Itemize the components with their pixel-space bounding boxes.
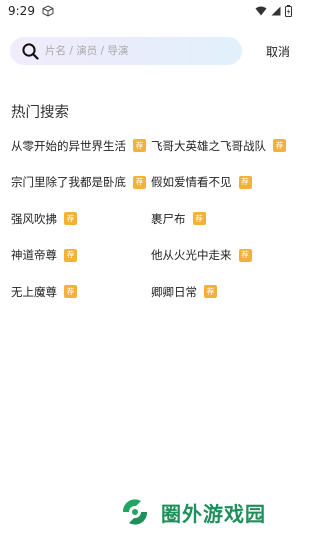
hot-search-title: 热门搜索 [11, 105, 69, 121]
hot-search-item-label: 神道帝尊 [11, 248, 57, 262]
watermark: 圈外游戏园 [115, 492, 295, 532]
recommend-tag: 荐 [133, 139, 146, 152]
hot-search-item-label: 裹尸布 [151, 211, 186, 226]
recommend-tag: 荐 [192, 212, 206, 225]
hot-search-item[interactable]: 强风吹拂 荐 [11, 211, 151, 226]
hot-search-item-label: 他从火光中走来 [151, 248, 232, 262]
recommend-tag: 荐 [133, 175, 146, 189]
hot-search-item[interactable]: 假如爱情看不见 荐 [151, 175, 291, 190]
wifi-icon [255, 6, 267, 16]
hot-search-item-label: 飞哥大英雄之飞哥战队 [151, 138, 266, 153]
search-row: 取消 [10, 36, 292, 66]
battery-icon [285, 5, 292, 17]
cube-icon [42, 5, 54, 17]
hot-search-item[interactable]: 他从火光中走来 荐 [151, 248, 291, 263]
recommend-tag: 荐 [238, 248, 252, 262]
hot-search-item[interactable]: 从零开始的异世界生活 荐 [11, 138, 151, 153]
recommend-tag: 荐 [64, 248, 77, 262]
hot-search-item[interactable]: 飞哥大英雄之飞哥战队 荐 [151, 138, 291, 153]
hot-search-item[interactable]: 宗门里除了我都是卧底 荐 [11, 175, 151, 190]
hot-search-item-label: 假如爱情看不见 [151, 175, 232, 189]
hot-search-item-label: 无上魔尊 [11, 284, 57, 299]
watermark-text: 圈外游戏园 [161, 501, 266, 526]
recommend-tag: 荐 [204, 285, 217, 298]
hot-search-item[interactable]: 裹尸布 荐 [151, 211, 291, 226]
status-bar: 9:29 [0, 0, 300, 22]
hot-search-item-label: 卿卿日常 [151, 284, 197, 299]
cancel-button[interactable]: 取消 [266, 43, 292, 60]
search-input[interactable] [45, 45, 215, 57]
status-icons [255, 5, 292, 17]
hot-search-item[interactable]: 卿卿日常 荐 [151, 284, 291, 299]
recommend-tag: 荐 [238, 175, 252, 189]
hot-search-item-label: 宗门里除了我都是卧底 [11, 175, 126, 189]
hot-search-item[interactable]: 无上魔尊 荐 [11, 284, 151, 299]
signal-icon [271, 6, 281, 16]
watermark-logo-icon [122, 499, 148, 525]
hot-search-item[interactable]: 神道帝尊 荐 [11, 248, 151, 263]
hot-search-item-label: 从零开始的异世界生活 [11, 138, 126, 153]
recommend-tag: 荐 [273, 139, 286, 152]
search-box[interactable] [10, 37, 242, 65]
hot-search-item-label: 强风吹拂 [11, 211, 57, 226]
recommend-tag: 荐 [64, 212, 77, 225]
hot-search-list: 从零开始的异世界生活 荐 飞哥大英雄之飞哥战队 荐 宗门里除了我都是卧底 荐 假… [11, 138, 291, 299]
search-icon [22, 42, 39, 60]
recommend-tag: 荐 [64, 285, 77, 298]
status-time: 9:29 [8, 4, 35, 18]
